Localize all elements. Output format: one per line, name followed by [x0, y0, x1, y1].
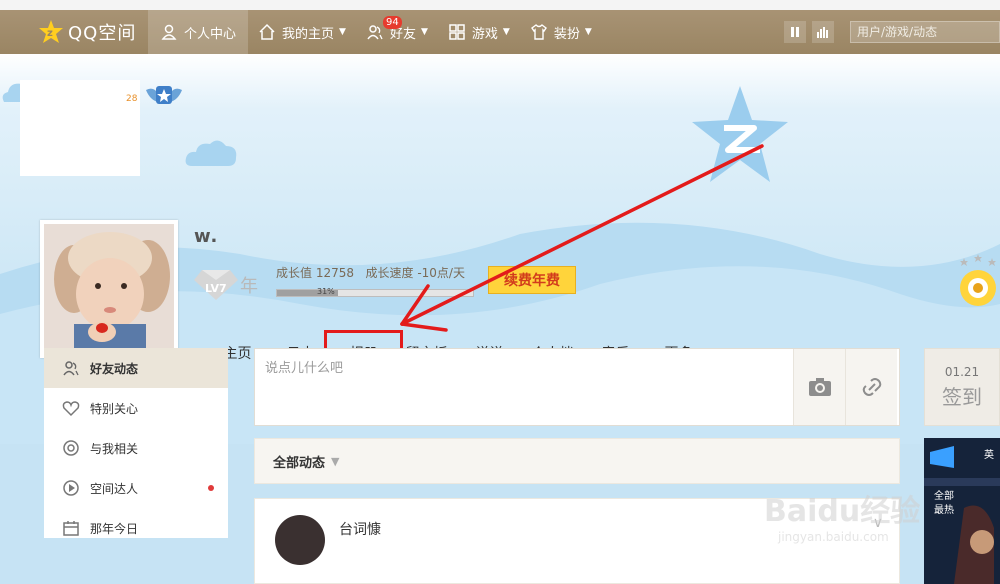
- friends-count-badge: 94: [382, 16, 402, 29]
- growth-progress-bar: 31%: [276, 287, 474, 297]
- nav-friends[interactable]: 94 好友 ▼: [356, 10, 438, 54]
- eye-badge-icon[interactable]: [956, 254, 1000, 314]
- calendar-icon: [63, 521, 79, 536]
- growth-value: 12758: [315, 266, 355, 280]
- feed-filter-label: 全部动态: [273, 455, 326, 471]
- big-star-decoration: [692, 86, 788, 182]
- game-ad-title: 英: [984, 450, 994, 461]
- hidden-nickname-area: [20, 80, 140, 176]
- link-icon: [862, 378, 881, 396]
- checkin-button[interactable]: 01.21 签到: [924, 348, 1000, 426]
- chevron-down-icon: ▼: [502, 27, 510, 37]
- nav-games[interactable]: 游戏 ▼: [438, 10, 520, 54]
- chevron-down-icon: ▼: [331, 454, 340, 468]
- nav-personal-center[interactable]: 个人中心: [148, 10, 249, 54]
- nav-label: 我的主页: [282, 26, 335, 42]
- photo-button[interactable]: [793, 349, 845, 425]
- pause-icon: [791, 27, 799, 37]
- qzone-logo[interactable]: z QQ空间: [0, 10, 148, 54]
- logo-text: QQ空间: [68, 23, 137, 44]
- search-input[interactable]: [850, 21, 1000, 43]
- corner-badge: 28: [126, 94, 138, 104]
- avatar[interactable]: [40, 220, 178, 358]
- year-label: 年: [240, 276, 258, 297]
- chevron-down-icon: ▼: [420, 27, 428, 37]
- stats-button[interactable]: [812, 21, 834, 43]
- chevron-down-icon: ▼: [584, 27, 592, 37]
- grid-icon: [449, 24, 465, 40]
- feed-item: 台词慷 ∨: [254, 498, 900, 584]
- home-icon: [259, 23, 275, 40]
- baby-photo: [44, 224, 174, 354]
- menu-special-care[interactable]: 特别关心: [44, 388, 228, 428]
- at-icon: [63, 440, 79, 456]
- menu-label: 特别关心: [90, 401, 139, 416]
- friends-icon: [63, 361, 79, 376]
- level-text: LV7: [205, 282, 227, 295]
- chevron-down-icon[interactable]: ∨: [873, 515, 883, 531]
- game-ad-label: 全部 最热: [934, 490, 954, 518]
- menu-label: 空间达人: [90, 481, 139, 496]
- nav-decoration[interactable]: 装扮 ▼: [520, 10, 602, 54]
- play-icon: [63, 480, 79, 496]
- renew-annual-fee-button[interactable]: 续费年费: [488, 266, 576, 294]
- notification-dot: [208, 485, 214, 491]
- camera-icon: [808, 378, 831, 396]
- menu-related-to-me[interactable]: 与我相关: [44, 428, 228, 468]
- left-menu: 好友动态 特别关心 与我相关 空间达人 那年今日: [44, 348, 228, 538]
- chevron-down-icon: ▼: [339, 27, 346, 37]
- friends-icon: [367, 25, 383, 40]
- browser-strip: [0, 0, 1000, 10]
- top-navigation-bar: z QQ空间 个人中心 我的主页 ▼ 94 好友 ▼ 游戏 ▼ 装扮 ▼: [0, 10, 1000, 54]
- feed-author-name[interactable]: 台词慷: [339, 519, 381, 539]
- menu-space-talent[interactable]: 空间达人: [44, 468, 228, 508]
- nav-label: 装扮: [553, 26, 580, 42]
- nav-label: 游戏: [471, 26, 498, 42]
- menu-label: 好友动态: [90, 361, 139, 376]
- username: w.: [194, 226, 219, 247]
- game-ad-label-bottom: 最热: [934, 505, 954, 516]
- heart-icon: [62, 401, 80, 417]
- qzone-star-icon: z: [39, 20, 63, 43]
- growth-label: 成长值: [276, 266, 313, 280]
- nav-my-homepage[interactable]: 我的主页 ▼: [248, 10, 356, 54]
- menu-this-day[interactable]: 那年今日: [44, 508, 228, 548]
- menu-friend-feed[interactable]: 好友动态: [44, 348, 228, 388]
- person-icon: [161, 24, 177, 40]
- shirt-icon: [530, 24, 547, 40]
- feed-filter-header[interactable]: 全部动态 ▼: [254, 438, 900, 484]
- avatar-image: [44, 224, 174, 354]
- menu-label: 与我相关: [90, 441, 139, 456]
- post-input[interactable]: [255, 349, 793, 425]
- bar-chart-icon: [817, 27, 828, 38]
- nav-label: 个人中心: [184, 26, 237, 42]
- attach-link-button[interactable]: [845, 349, 897, 425]
- speed-label: 成长速度: [365, 266, 414, 280]
- speed-value: -10点/天: [417, 266, 465, 280]
- checkin-date: 01.21: [944, 364, 980, 379]
- progress-label: 31%: [317, 287, 335, 296]
- wing-badge-icon[interactable]: [144, 82, 184, 110]
- svg-text:z: z: [47, 28, 53, 39]
- game-ad-banner[interactable]: 英 全部 最热: [924, 438, 1000, 584]
- post-composer: [254, 348, 900, 426]
- cloud-icon: [185, 140, 237, 166]
- topbar-right: [784, 10, 1000, 54]
- feed-avatar[interactable]: [275, 515, 325, 565]
- pause-button[interactable]: [784, 21, 806, 43]
- growth-info: 成长值 12758 成长速度 -10点/天: [276, 264, 465, 281]
- checkin-label: 签到: [942, 384, 982, 409]
- game-ad-label-top: 全部: [934, 491, 954, 502]
- menu-label: 那年今日: [90, 521, 139, 536]
